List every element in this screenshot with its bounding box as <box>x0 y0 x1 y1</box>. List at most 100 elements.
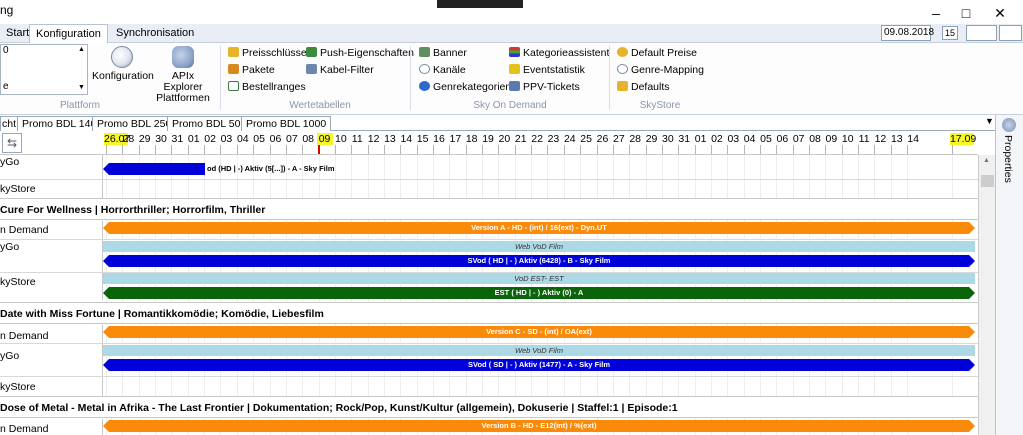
timeline-tick <box>825 145 827 154</box>
platform-list-item[interactable]: 0 <box>3 45 9 56</box>
platform-list[interactable]: 0 e ▲ ▼ <box>0 44 88 95</box>
scroll-up-icon[interactable]: ▲ <box>78 46 85 53</box>
title-section-2[interactable]: Date with Miss Fortune | Romantikkomödie… <box>0 302 978 324</box>
eventstatistik-button[interactable]: Eventstatistik <box>509 62 585 78</box>
timeline-day: 29 <box>645 133 658 145</box>
row-label-skygo: yGo <box>0 155 103 179</box>
ticket-icon <box>509 81 520 91</box>
timeline-day: 16 <box>433 133 445 145</box>
stats-icon <box>509 64 520 74</box>
push-eigenschaften-button[interactable]: Push-Eigenschaften <box>306 45 414 61</box>
window-title: ng <box>0 3 14 17</box>
timeline-day: 23 <box>547 133 560 145</box>
vertical-scrollbar[interactable]: ▲ <box>978 155 995 435</box>
doc-tab-promo-140[interactable]: Promo BDL 140 <box>17 116 102 131</box>
doc-tab-promo-500[interactable]: Promo BDL 500 <box>167 116 252 131</box>
scroll-down-icon[interactable]: ▼ <box>78 84 85 91</box>
kanaele-label: Kanäle <box>433 64 466 76</box>
timeline-day: 31 <box>171 133 184 145</box>
timeline-tick <box>547 145 549 154</box>
doc-tab-promo-250[interactable]: Promo BDL 250 <box>92 116 177 131</box>
apix-explorer-button[interactable]: APIx Explorer Plattformen <box>153 46 213 104</box>
genre-mapping-button[interactable]: Genre-Mapping <box>617 62 704 78</box>
pakete-button[interactable]: Pakete <box>228 62 275 78</box>
scrollbar-thumb[interactable] <box>981 175 994 187</box>
apix-label: APIx Explorer Plattformen <box>156 70 210 104</box>
tab-synchronisation[interactable]: Synchronisation <box>110 24 200 43</box>
web-vod-bar[interactable]: Web VoD Film <box>103 345 975 356</box>
timeline-tick <box>383 145 385 154</box>
timeline-day: 25 <box>580 133 592 145</box>
default-preise-button[interactable]: Default Preise <box>617 45 697 61</box>
title-bar: ng – □ ✕ <box>0 0 1023 24</box>
timeline-tick <box>253 145 255 154</box>
properties-label[interactable]: Properties <box>1002 135 1014 183</box>
timeline-day: 05 <box>760 133 772 145</box>
timeline-tick <box>841 145 843 154</box>
timeline-day: 13 <box>890 133 903 145</box>
tertiary-input[interactable] <box>999 25 1022 41</box>
date-input[interactable]: 09.08.2018 <box>881 25 934 41</box>
timeline-tick <box>351 145 353 154</box>
default-preise-label: Default Preise <box>631 47 697 59</box>
collapse-icon[interactable]: ⇆ <box>2 133 22 153</box>
kategorieassistent-label: Kategorieassistent <box>523 47 610 59</box>
bar-end-arrow <box>969 287 975 299</box>
timeline-day: 07 <box>286 133 298 145</box>
timeline-tick <box>694 145 696 154</box>
ribbon-tab-bar: Start Konfiguration Synchronisation <box>0 24 1023 43</box>
timeline-day: 17 <box>449 133 462 145</box>
banner-button[interactable]: Banner <box>419 45 467 61</box>
title-section-1[interactable]: Cure For Wellness | Horrorthriller; Horr… <box>0 198 978 220</box>
bar-end-arrow <box>969 359 975 371</box>
genrekategorien-button[interactable]: Genrekategorien <box>419 79 511 95</box>
scroll-up-icon[interactable]: ▲ <box>983 157 990 164</box>
bar-label: Version A - HD - (int) / 16(ext) - Dyn.U… <box>109 222 969 234</box>
row-label-skystore: kyStore <box>0 377 103 396</box>
timeline-day: 08 <box>809 133 821 145</box>
title-section-3[interactable]: Dose of Metal - Metal in Afrika - The La… <box>0 396 978 418</box>
platform-list-item[interactable]: e <box>3 81 9 92</box>
timeline-day: 02 <box>711 133 723 145</box>
kategorieassistent-button[interactable]: Kategorieassistent <box>509 45 609 61</box>
timeline-day: 02 <box>204 133 216 145</box>
vod-est-bar[interactable]: VoD EST- EST <box>103 273 975 284</box>
timeline-day: 08 <box>302 133 315 145</box>
defaults-label: Defaults <box>631 81 670 93</box>
timeline-tick <box>629 145 631 154</box>
globe-icon <box>419 81 430 91</box>
timeline-tick <box>187 145 189 154</box>
push-eigenschaften-label: Push-Eigenschaften <box>320 47 414 59</box>
row-divider <box>0 376 978 377</box>
doc-tab-overview[interactable]: cht <box>0 116 19 131</box>
timeline-day: 12 <box>367 133 380 145</box>
kanaele-button[interactable]: Kanäle <box>419 62 466 78</box>
web-vod-bar[interactable]: Web VoD Film <box>103 241 975 252</box>
timeline-day: 14 <box>400 133 413 145</box>
timeline-tick <box>465 145 467 154</box>
timeline-tick <box>531 145 533 154</box>
close-button[interactable]: ✕ <box>986 4 1014 22</box>
tab-konfiguration[interactable]: Konfiguration <box>29 24 108 43</box>
doc-tab-promo-1000[interactable]: Promo BDL 1000 <box>241 116 332 131</box>
maximize-button[interactable]: □ <box>952 4 980 22</box>
timeline-header: ⇆ 26.07 28 29 30 31 01 02 03 04 05 06 07 08 09 10 11 12 1… <box>0 131 978 155</box>
calendar-icon[interactable]: 15 <box>942 26 958 40</box>
timeline-day: 31 <box>678 133 691 145</box>
tab-dropdown-icon[interactable]: ▼ <box>985 116 994 126</box>
properties-panel[interactable]: Properties <box>995 115 1023 435</box>
defaults-button[interactable]: Defaults <box>617 79 670 95</box>
bestellranges-button[interactable]: Bestellranges <box>228 79 306 95</box>
preisschluessel-button[interactable]: Preisschlüssel <box>228 45 309 61</box>
timeline-tick <box>482 145 484 154</box>
timeline-tick <box>122 145 124 154</box>
timeline-day: 18 <box>465 133 478 145</box>
konfiguration-button[interactable]: Konfiguration <box>92 46 154 82</box>
ribbon: 0 e ▲ ▼ Konfiguration APIx Explorer Plat… <box>0 43 1023 115</box>
secondary-input[interactable] <box>966 25 997 41</box>
minimize-button[interactable]: – <box>922 4 950 22</box>
properties-gear-icon[interactable] <box>1002 118 1016 132</box>
kabel-filter-button[interactable]: Kabel-Filter <box>306 62 374 78</box>
ppv-tickets-button[interactable]: PPV-Tickets <box>509 79 580 95</box>
timeline-day: 30 <box>155 133 167 145</box>
